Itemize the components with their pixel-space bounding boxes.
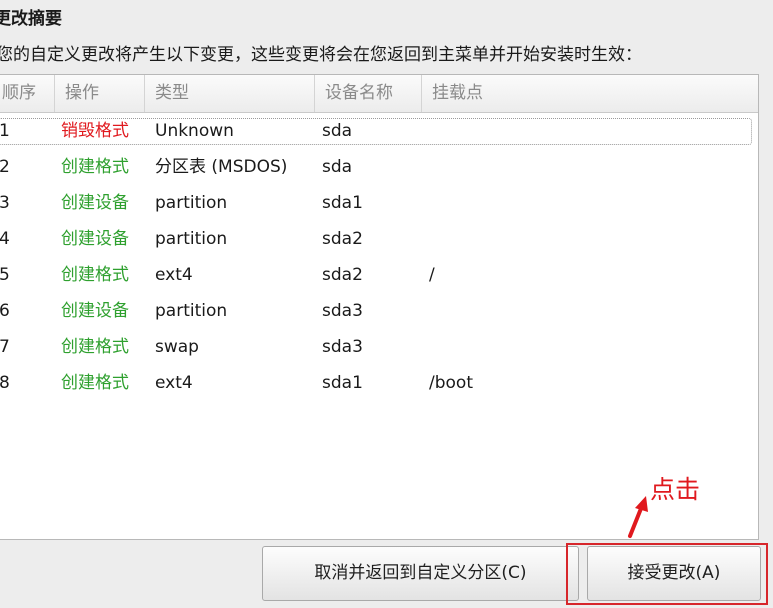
dialog-title: 更改摘要 xyxy=(0,9,62,29)
cell-action: 创建设备 xyxy=(61,229,129,249)
cell-order: 6 xyxy=(0,301,10,321)
column-header-order[interactable]: 顺序 xyxy=(0,75,55,112)
cell-action: 创建设备 xyxy=(61,301,129,321)
column-header-action[interactable]: 操作 xyxy=(55,75,145,112)
table-body: 1 销毁格式 Unknown sda 2 创建格式 分区表 (MSDOS) sda 3 创建设备 p… xyxy=(0,113,758,401)
cell-type: partition xyxy=(155,193,228,213)
accept-changes-button[interactable]: 接受更改(A) xyxy=(587,546,761,601)
cell-type: partition xyxy=(155,229,228,249)
changes-table: 顺序 操作 类型 设备名称 挂载点 1 销毁格式 Unknown sda 2 创建格式 分区… xyxy=(0,74,759,540)
cell-order: 7 xyxy=(0,337,10,357)
cell-mount: /boot xyxy=(429,373,473,393)
table-header: 顺序 操作 类型 设备名称 挂载点 xyxy=(0,75,758,113)
table-row[interactable]: 7 创建格式 swap sda3 xyxy=(0,329,758,365)
cell-device: sda1 xyxy=(322,373,363,393)
cell-device: sda xyxy=(322,121,353,141)
cell-type: ext4 xyxy=(155,265,193,285)
cell-device: sda3 xyxy=(322,337,363,357)
cell-action: 创建格式 xyxy=(61,157,129,177)
change-summary-dialog: 更改摘要 您的自定义更改将产生以下变更，这些变更将会在您返回到主菜单并开始安装时… xyxy=(0,0,773,608)
cell-device: sda2 xyxy=(322,229,363,249)
arrow-icon xyxy=(628,496,648,538)
cell-action: 创建格式 xyxy=(61,265,129,285)
table-row[interactable]: 2 创建格式 分区表 (MSDOS) sda xyxy=(0,149,758,185)
cell-order: 1 xyxy=(0,121,10,141)
column-header-mount[interactable]: 挂载点 xyxy=(422,75,758,112)
column-header-device[interactable]: 设备名称 xyxy=(315,75,422,112)
cell-type: 分区表 (MSDOS) xyxy=(155,157,288,177)
cell-action: 创建格式 xyxy=(61,337,129,357)
cell-device: sda2 xyxy=(322,265,363,285)
cell-mount xyxy=(429,113,629,149)
column-header-type[interactable]: 类型 xyxy=(145,75,315,112)
cell-action: 创建格式 xyxy=(61,373,129,393)
cell-mount xyxy=(429,149,629,185)
cell-order: 5 xyxy=(0,265,10,285)
table-row[interactable]: 6 创建设备 partition sda3 xyxy=(0,293,758,329)
cell-mount xyxy=(429,293,629,329)
cell-type: swap xyxy=(155,337,199,357)
cell-device: sda1 xyxy=(322,193,363,213)
cell-device: sda3 xyxy=(322,301,363,321)
cell-action: 创建设备 xyxy=(61,193,129,213)
cell-order: 4 xyxy=(0,229,10,249)
table-row[interactable]: 4 创建设备 partition sda2 xyxy=(0,221,758,257)
cancel-return-button[interactable]: 取消并返回到自定义分区(C) xyxy=(262,546,579,601)
cell-mount xyxy=(429,185,629,221)
cell-type: Unknown xyxy=(155,121,234,141)
table-row[interactable]: 5 创建格式 ext4 sda2 / xyxy=(0,257,758,293)
cell-order: 3 xyxy=(0,193,10,213)
cell-type: ext4 xyxy=(155,373,193,393)
cell-order: 8 xyxy=(0,373,10,393)
cell-action: 销毁格式 xyxy=(61,121,129,141)
table-row[interactable]: 1 销毁格式 Unknown sda xyxy=(0,113,758,149)
cell-mount: / xyxy=(429,265,435,285)
table-row[interactable]: 8 创建格式 ext4 sda1/boot xyxy=(0,365,758,401)
dialog-description: 您的自定义更改将产生以下变更，这些变更将会在您返回到主菜单并开始安装时生效： xyxy=(0,45,642,65)
cell-mount xyxy=(429,329,629,365)
cell-device: sda xyxy=(322,157,353,177)
cell-order: 2 xyxy=(0,157,10,177)
table-row[interactable]: 3 创建设备 partition sda1 xyxy=(0,185,758,221)
cell-type: partition xyxy=(155,301,228,321)
cell-mount xyxy=(429,221,629,257)
